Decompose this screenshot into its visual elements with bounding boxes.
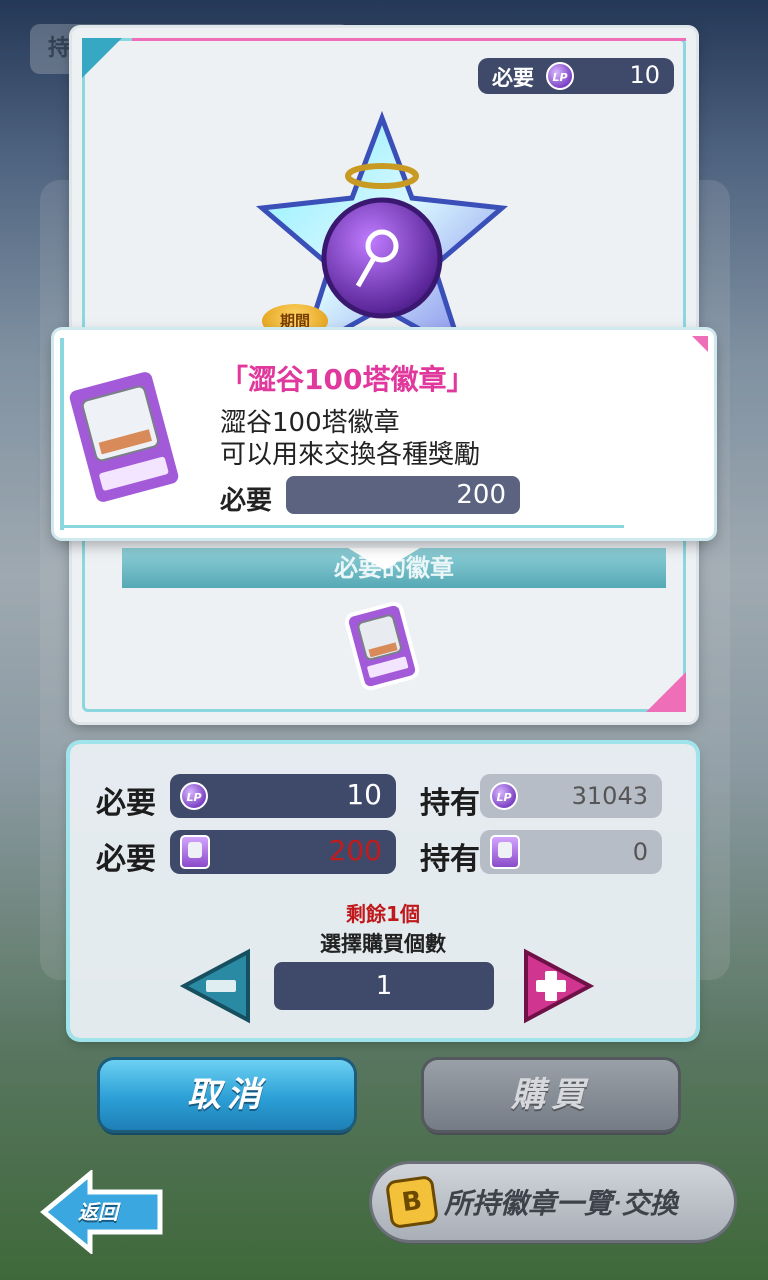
tower-badge-icon [490, 835, 520, 869]
required-badge-value: 200 [328, 834, 382, 867]
popup-title: 「澀谷100塔徽章」 [220, 363, 475, 396]
frame-corner-decoration [82, 38, 122, 78]
required-badge-box: 200 [170, 830, 396, 874]
owned-badge-value: 0 [632, 838, 648, 866]
required-lp-box: LP 10 [170, 774, 396, 818]
owned-badge-box: 0 [480, 830, 662, 874]
popup-pointer [348, 548, 420, 570]
required-label: 必要 [96, 786, 156, 821]
decrease-quantity-button[interactable] [180, 948, 252, 1024]
item-info-popup: 「澀谷100塔徽章」 澀谷100塔徽章 可以用來交換各種獎勵 必要 200 [54, 330, 714, 538]
required-lp-value: 10 [346, 778, 382, 811]
popup-required-value: 200 [286, 476, 520, 514]
tower-badge-icon [64, 367, 184, 507]
lp-coin-icon: LP [546, 62, 574, 90]
badge-b-icon: B [384, 1174, 440, 1230]
popup-frame-line [60, 525, 624, 528]
tower-badge-icon [180, 835, 210, 869]
required-label: 必要 [96, 842, 156, 877]
cancel-button[interactable]: 取消 [100, 1060, 354, 1130]
frame-accent-line [132, 38, 686, 41]
popup-frame-line [60, 338, 64, 530]
quantity-field[interactable]: 1 [274, 962, 494, 1010]
frame-corner-decoration [646, 672, 686, 712]
owned-lp-value: 31043 [571, 782, 648, 810]
back-button[interactable]: 返回 [78, 1196, 118, 1225]
required-cost-pill: 必要 LP 10 [478, 58, 674, 94]
buy-button[interactable]: 購買 [424, 1060, 678, 1130]
owned-label: 持有 [420, 842, 480, 877]
badge-exchange-button[interactable]: B 所持徽章一覽‧交換 [372, 1164, 734, 1240]
popup-corner-decoration [692, 336, 708, 352]
badge-exchange-label: 所持徽章一覽‧交換 [444, 1187, 678, 1220]
lp-coin-icon: LP [490, 782, 518, 810]
owned-lp-box: LP 31043 [480, 774, 662, 818]
lp-coin-icon: LP [180, 782, 208, 810]
popup-required-label: 必要 [220, 486, 273, 516]
remaining-stock: 剩餘1個 [346, 902, 420, 926]
tower-badge-icon[interactable] [332, 596, 432, 696]
required-value: 10 [629, 61, 660, 89]
owned-label: 持有 [420, 786, 480, 821]
select-quantity-label: 選擇購買個數 [320, 932, 446, 956]
increase-quantity-button[interactable] [522, 948, 594, 1024]
required-label: 必要 [492, 66, 534, 90]
item-description: 可以用來交換各種獎勵 [220, 440, 481, 470]
purchase-panel: 必要 LP 10 持有 LP 31043 必要 200 持有 0 剩餘1個 選擇… [70, 744, 696, 1038]
